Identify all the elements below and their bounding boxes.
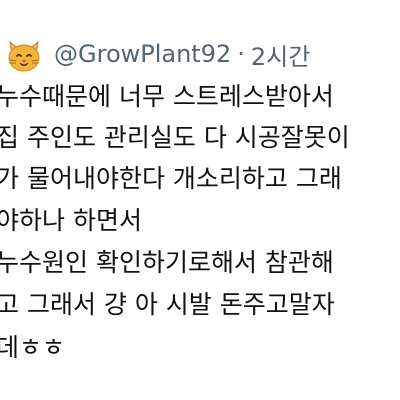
tweet-line: 누수원인 확인하기로해서 참관해 xyxy=(0,248,334,277)
avatar[interactable] xyxy=(6,38,42,74)
tweet-line: 집 주인도 관리실도 다 시공잘못이 xyxy=(0,123,350,152)
tweet-line: 고 그래서 걍 아 시발 돈주고말자 xyxy=(0,290,335,319)
tweet-line: 가 물어내야한다 개소리하고 그래 xyxy=(0,164,342,193)
tweet-line: 누수때문에 너무 스트레스받아서 xyxy=(0,82,334,111)
cat-face-icon xyxy=(8,40,40,72)
timestamp[interactable]: 2시간 xyxy=(251,37,310,72)
tweet-line: 데ㅎㅎ xyxy=(0,333,66,362)
tweet-card: @GrowPlant92 · 2시간 누수때문에 너무 스트레스받아서 집 주인… xyxy=(0,0,400,400)
user-handle[interactable]: @GrowPlant92 xyxy=(54,40,231,68)
tweet-line: 야하나 하면서 xyxy=(0,206,142,235)
meta-separator: · xyxy=(237,40,245,68)
tweet-meta: @GrowPlant92 · 2시간 xyxy=(54,37,310,72)
